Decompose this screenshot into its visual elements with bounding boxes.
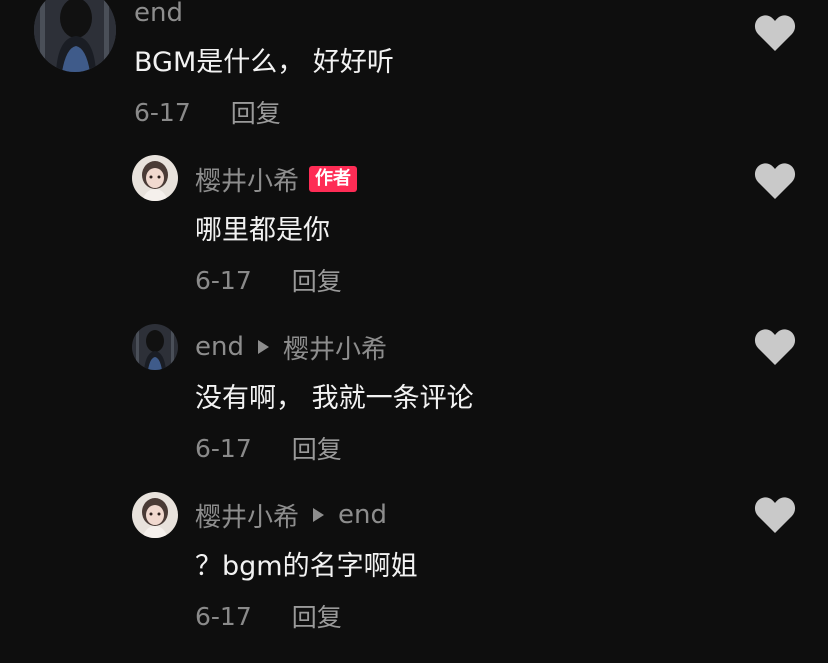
reply-button[interactable]: 回复 — [292, 430, 342, 466]
username[interactable]: 樱井小希 — [195, 497, 299, 534]
avatar[interactable] — [34, 0, 116, 72]
avatar[interactable] — [132, 155, 178, 201]
reply-button[interactable]: 回复 — [292, 262, 342, 298]
heart-icon — [754, 329, 796, 365]
username[interactable]: end — [195, 332, 244, 362]
reply-item: 樱井小希 作者 哪里都是你 6-17 回复 — [0, 150, 828, 310]
comment-text: ？bgm的名字啊姐 — [195, 551, 418, 582]
comment-date: 6-17 — [195, 601, 252, 631]
user-avatar-light-icon — [132, 492, 178, 538]
reply-button[interactable]: 回复 — [292, 598, 342, 634]
author-badge: 作者 — [309, 166, 358, 192]
reply-to-username[interactable]: 樱井小希 — [283, 329, 387, 366]
comment-item: end BGM是什么， 好好听 6-17 回复 — [0, 0, 828, 140]
user-avatar-dark-icon — [34, 0, 116, 72]
heart-icon — [754, 15, 796, 52]
like-button[interactable] — [754, 14, 796, 52]
comment-text: 没有啊， 我就一条评论 — [195, 383, 474, 414]
user-avatar-light-icon — [132, 155, 178, 201]
reply-button[interactable]: 回复 — [231, 94, 281, 130]
like-button[interactable] — [754, 328, 796, 366]
comment-date: 6-17 — [195, 265, 252, 295]
user-avatar-dark-icon — [132, 324, 178, 370]
avatar[interactable] — [132, 324, 178, 370]
heart-icon — [754, 163, 796, 199]
reply-to-username[interactable]: end — [338, 500, 387, 530]
reply-item: 樱井小希 end ？bgm的名字啊姐 6-17 回复 — [0, 486, 828, 656]
username[interactable]: 樱井小希 — [195, 161, 299, 198]
comment-text: 哪里都是你 — [195, 215, 330, 246]
triangle-right-icon — [313, 508, 325, 522]
username[interactable]: end — [134, 0, 183, 28]
like-button[interactable] — [754, 162, 796, 200]
comment-date: 6-17 — [134, 97, 191, 127]
comment-text: BGM是什么， 好好听 — [134, 47, 394, 78]
triangle-right-icon — [257, 340, 269, 354]
like-button[interactable] — [754, 496, 796, 534]
avatar[interactable] — [132, 492, 178, 538]
comment-date: 6-17 — [195, 433, 252, 463]
reply-item: end 樱井小希 没有啊， 我就一条评论 6-17 回复 — [0, 318, 828, 478]
heart-icon — [754, 497, 796, 533]
